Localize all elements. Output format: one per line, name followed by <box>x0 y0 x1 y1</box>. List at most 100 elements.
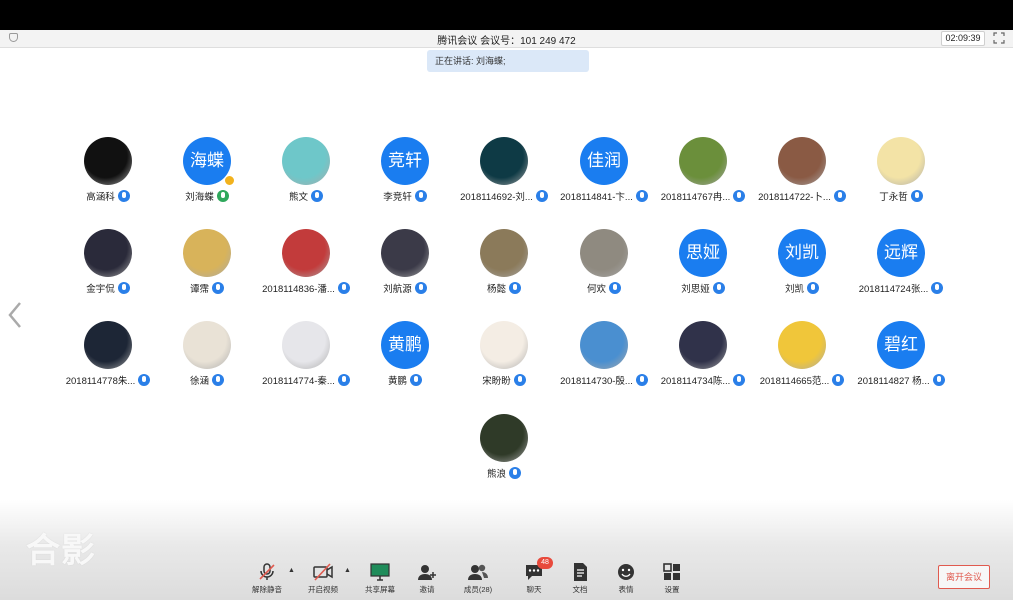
participant-name: 李竞轩 <box>383 192 412 203</box>
participant-tile[interactable]: 黄鹏 黄鹏 <box>356 321 454 401</box>
participant-tile[interactable]: 佳润 2018114841-卞... <box>555 137 653 217</box>
members-label: 成员(28) <box>463 585 493 594</box>
participant-tile[interactable]: 2018114767冉... <box>654 137 752 217</box>
mic-off-icon <box>259 563 275 580</box>
members-button[interactable]: 成员(28) <box>455 560 501 598</box>
participant-tile[interactable]: 丁永哲 <box>852 137 950 217</box>
participant-tile[interactable]: 谭霈 <box>158 229 256 309</box>
participant-name-row: 2018114836-潘... <box>257 281 355 295</box>
participant-tile[interactable]: 海蝶 刘海蝶 <box>158 137 256 217</box>
settings-label: 设置 <box>664 585 680 594</box>
chevron-left-icon[interactable] <box>6 300 24 330</box>
avatar-initials: 佳润 <box>587 151 621 170</box>
participant-tile[interactable]: 2018114774-秦... <box>257 321 355 401</box>
participant-tile[interactable]: 2018114692-刘... <box>455 137 553 217</box>
video-label: 开启视频 <box>308 585 338 594</box>
participant-tile[interactable]: 熊文 <box>257 137 355 217</box>
mic-icon <box>414 190 427 202</box>
window-title: 腾讯会议 会议号：101 249 472 <box>437 36 576 47</box>
avatar <box>183 321 231 369</box>
document-icon <box>574 563 587 581</box>
participant-name: 2018114692-刘... <box>460 192 533 203</box>
participant-tile[interactable]: 金宇侃 <box>59 229 157 309</box>
avatar <box>580 321 628 369</box>
mic-icon <box>609 282 621 294</box>
mic-icon <box>212 374 224 386</box>
participant-tile[interactable]: 远辉 2018114724张... <box>852 229 950 309</box>
title-bar: 腾讯会议 会议号：101 249 472 02:09:39 <box>0 30 1013 48</box>
participant-name: 2018114774-秦... <box>262 376 335 387</box>
participant-tile[interactable]: 何欢 <box>555 229 653 309</box>
unmute-label: 解除静音 <box>252 585 282 594</box>
avatar <box>282 321 330 369</box>
avatar-initials: 远辉 <box>884 243 918 262</box>
participant-tile[interactable]: 刘凯 刘凯 <box>753 229 851 309</box>
docs-button[interactable]: 文档 <box>557 560 603 598</box>
participant-name: 刘海蝶 <box>185 192 214 203</box>
participant-name-row: 2018114774-秦... <box>257 373 355 387</box>
participant-name: 熊文 <box>288 192 308 203</box>
participant-tile[interactable]: 2018114722-卜... <box>753 137 851 217</box>
participant-name: 何欢 <box>586 284 606 295</box>
black-top-strip <box>0 0 1013 30</box>
participant-name: 刘航源 <box>383 284 412 295</box>
mic-icon <box>932 374 945 386</box>
chat-button[interactable]: 48 聊天 <box>511 557 557 598</box>
mic-icon <box>337 282 350 294</box>
share-screen-icon <box>370 563 390 581</box>
fullscreen-icon[interactable] <box>993 32 1005 44</box>
participant-tile[interactable]: 高涵科 <box>59 137 157 217</box>
participant-tile[interactable]: 刘航源 <box>356 229 454 309</box>
participant-tile[interactable]: 宋盼盼 <box>455 321 553 401</box>
grid-settings-icon <box>663 563 680 580</box>
share-screen-label: 共享屏幕 <box>365 585 395 594</box>
participant-tile[interactable]: 竞轩 李竞轩 <box>356 137 454 217</box>
video-button[interactable]: 开启视频 <box>300 560 346 598</box>
invite-button[interactable]: 邀请 <box>404 560 450 598</box>
participant-name-row: 2018114665范... <box>753 373 851 387</box>
mic-icon <box>509 282 521 294</box>
avatar <box>778 321 826 369</box>
participant-tile[interactable]: 熊浪 <box>455 414 553 494</box>
avatar: 竞轩 <box>381 137 429 185</box>
participant-name-row: 黄鹏 <box>356 373 454 387</box>
participant-name: 熊浪 <box>486 469 506 480</box>
participant-name-row: 2018114778朱... <box>59 373 157 387</box>
participant-name: 杨懿 <box>486 284 506 295</box>
participant-tile[interactable]: 杨懿 <box>455 229 553 309</box>
caret-up-icon[interactable]: ▲ <box>344 567 351 574</box>
mic-icon <box>635 374 648 386</box>
mic-icon <box>635 190 648 202</box>
settings-button[interactable]: 设置 <box>649 560 695 598</box>
avatar-initials: 碧红 <box>884 335 918 354</box>
participant-name-row: 刘海蝶 <box>158 189 256 203</box>
participant-name-row: 徐涵 <box>158 373 256 387</box>
participant-name-row: 金宇侃 <box>59 281 157 295</box>
share-screen-button[interactable]: 共享屏幕 <box>357 560 403 598</box>
leave-meeting-button[interactable]: 离开会议 <box>938 565 990 589</box>
participant-name-row: 2018114827 杨... <box>852 373 950 387</box>
participant-tile[interactable]: 2018114730-殷... <box>555 321 653 401</box>
participant-tile[interactable]: 思娅 刘思娅 <box>654 229 752 309</box>
participant-tile[interactable]: 碧红 2018114827 杨... <box>852 321 950 401</box>
mic-icon <box>712 282 725 294</box>
participant-name-row: 谭霈 <box>158 281 256 295</box>
participant-name: 刘思娅 <box>681 284 710 295</box>
mic-icon <box>212 282 224 294</box>
caret-up-icon[interactable]: ▲ <box>288 567 295 574</box>
participant-tile[interactable]: 2018114836-潘... <box>257 229 355 309</box>
mic-icon <box>509 467 521 479</box>
participant-tile[interactable]: 2018114778朱... <box>59 321 157 401</box>
participant-tile[interactable]: 2018114734陈... <box>654 321 752 401</box>
unmute-button[interactable]: 解除静音 <box>244 560 290 598</box>
avatar <box>84 321 132 369</box>
toolbar-background <box>0 500 1013 600</box>
participant-name: 丁永哲 <box>879 192 908 203</box>
participant-name: 高涵科 <box>86 192 115 203</box>
participant-tile[interactable]: 徐涵 <box>158 321 256 401</box>
avatar-initials: 刘凯 <box>785 243 819 262</box>
reactions-button[interactable]: 表情 <box>603 560 649 598</box>
avatar <box>580 229 628 277</box>
participant-tile[interactable]: 2018114665范... <box>753 321 851 401</box>
participant-name-row: 2018114692-刘... <box>455 189 553 203</box>
